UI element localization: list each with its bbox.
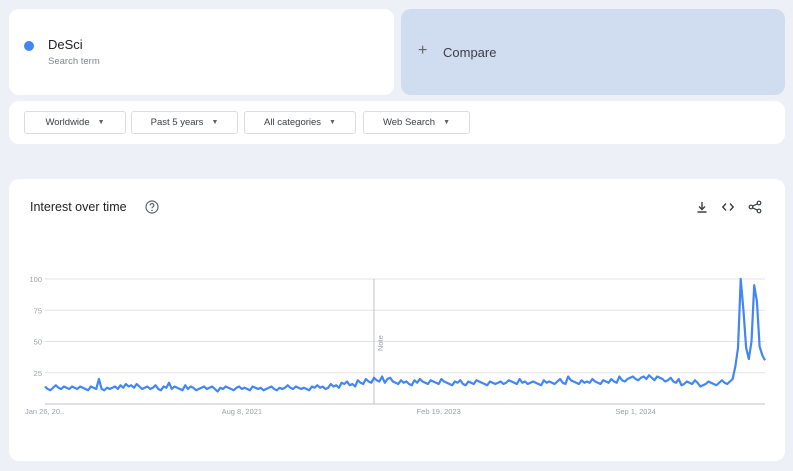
caret-down-icon: ▼: [211, 119, 219, 126]
x-tick-label: Aug 8, 2021: [222, 407, 262, 416]
search-term-name[interactable]: DeSci: [48, 37, 83, 52]
caret-down-icon: ▼: [97, 119, 105, 126]
plus-icon: +: [418, 42, 428, 59]
x-tick-label: Sep 1, 2024: [615, 407, 655, 416]
series-line: [44, 277, 766, 393]
category-filter[interactable]: All categories ▼: [244, 111, 356, 134]
compare-button[interactable]: + Compare: [401, 9, 785, 95]
note-label: Note: [376, 335, 385, 351]
category-filter-label: All categories: [264, 117, 322, 128]
compare-label: Compare: [443, 45, 497, 60]
search-type-filter[interactable]: Web Search ▼: [363, 111, 470, 134]
caret-down-icon: ▼: [329, 119, 336, 126]
interest-over-time-card: Interest over time 100 75 50 25 Note Jan 26, …: [9, 179, 785, 461]
x-tick-label: Feb 19, 2023: [417, 407, 461, 416]
time-range-filter-label: Past 5 years: [150, 117, 204, 128]
location-filter[interactable]: Worldwide ▼: [24, 111, 126, 134]
filters-bar: Worldwide ▼ Past 5 years ▼ All categorie…: [9, 101, 785, 144]
search-term-card[interactable]: DeSci Search term: [9, 9, 394, 95]
interest-chart: 100 75 50 25 Note Jan 26, 20.. Aug 8, 2021 Feb …: [25, 275, 766, 416]
caret-down-icon: ▼: [443, 119, 451, 126]
y-tick-label: 75: [34, 306, 42, 315]
location-filter-label: Worldwide: [45, 117, 90, 128]
time-range-filter[interactable]: Past 5 years ▼: [131, 111, 238, 134]
series-color-dot: [24, 41, 34, 51]
y-tick-label: 25: [34, 369, 42, 378]
y-tick-label: 50: [34, 338, 42, 347]
y-tick-label: 100: [29, 275, 42, 284]
search-type-filter-label: Web Search: [382, 117, 436, 128]
search-term-subtitle: Search term: [48, 56, 100, 67]
x-tick-label: Jan 26, 20..: [25, 407, 64, 416]
